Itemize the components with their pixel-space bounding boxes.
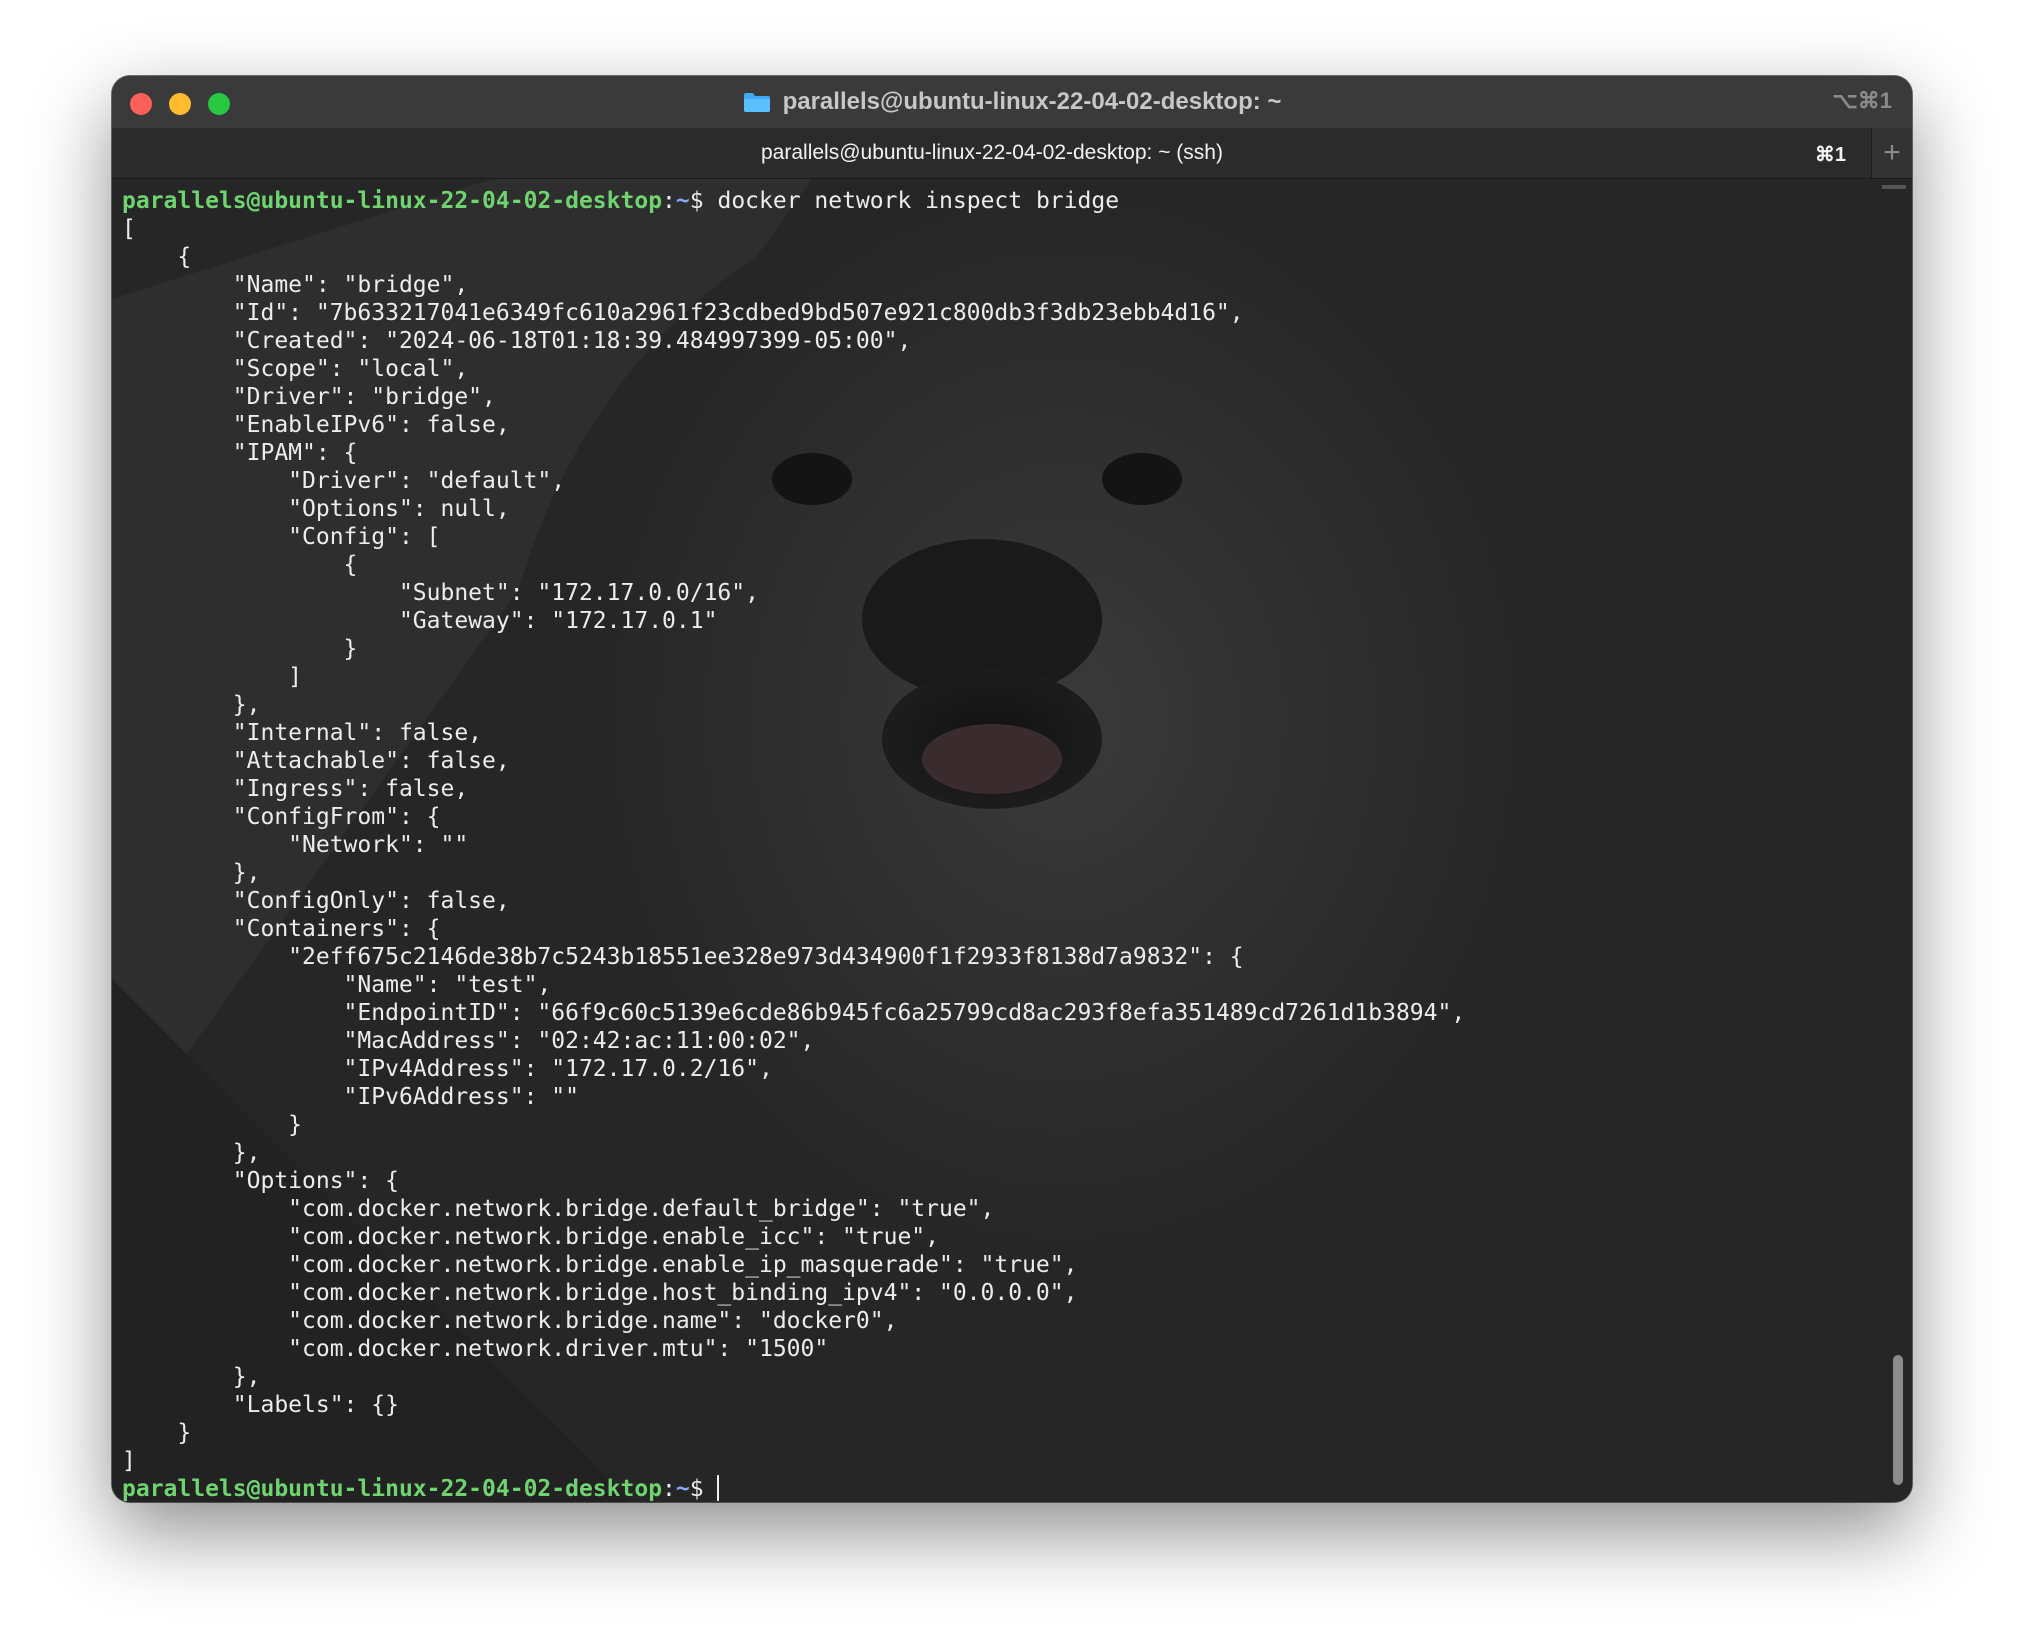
prompt-suffix-2: $ <box>689 1476 718 1502</box>
new-tab-button[interactable]: + <box>1871 128 1912 178</box>
window-title: parallels@ubuntu-linux-22-04-02-desktop:… <box>782 88 1282 115</box>
terminal-window: parallels@ubuntu-linux-22-04-02-desktop:… <box>112 76 1912 1502</box>
plus-icon: + <box>1883 136 1901 169</box>
prompt-path: ~ <box>675 188 690 214</box>
terminal-output-area[interactable]: parallels@ubuntu-linux-22-04-02-desktop:… <box>122 187 1465 1502</box>
title-bar[interactable]: parallels@ubuntu-linux-22-04-02-desktop:… <box>112 76 1912 128</box>
prompt-path-2: ~ <box>675 1476 690 1502</box>
window-shortcut-label: ⌥⌘1 <box>1832 88 1892 113</box>
command-text: docker network inspect bridge <box>717 188 1120 214</box>
window-title-container: parallels@ubuntu-linux-22-04-02-desktop:… <box>112 76 1912 128</box>
prompt-user-2: parallels@ubuntu-linux-22-04-02-desktop <box>122 1476 663 1502</box>
scrollbar-top-mark <box>1882 185 1906 189</box>
scrollbar-thumb[interactable] <box>1893 1355 1903 1485</box>
folder-icon <box>743 91 771 113</box>
prompt-separator: : <box>662 188 676 214</box>
vertical-scrollbar[interactable] <box>1882 185 1906 1485</box>
tab-label: parallels@ubuntu-linux-22-04-02-desktop:… <box>761 141 1223 164</box>
prompt-suffix: $ <box>689 188 718 214</box>
prompt-user: parallels@ubuntu-linux-22-04-02-desktop <box>122 188 663 214</box>
tab-ssh-session[interactable]: parallels@ubuntu-linux-22-04-02-desktop:… <box>112 128 1872 178</box>
terminal-content[interactable]: parallels@ubuntu-linux-22-04-02-desktop:… <box>112 179 1912 1502</box>
tab-bar: parallels@ubuntu-linux-22-04-02-desktop:… <box>112 128 1912 179</box>
command-output: [ { "Name": "bridge", "Id": "7b633217041… <box>122 216 1466 1474</box>
prompt-separator-2: : <box>662 1476 676 1502</box>
tab-shortcut-label: ⌘1 <box>1814 144 1846 166</box>
text-cursor <box>717 1475 720 1501</box>
